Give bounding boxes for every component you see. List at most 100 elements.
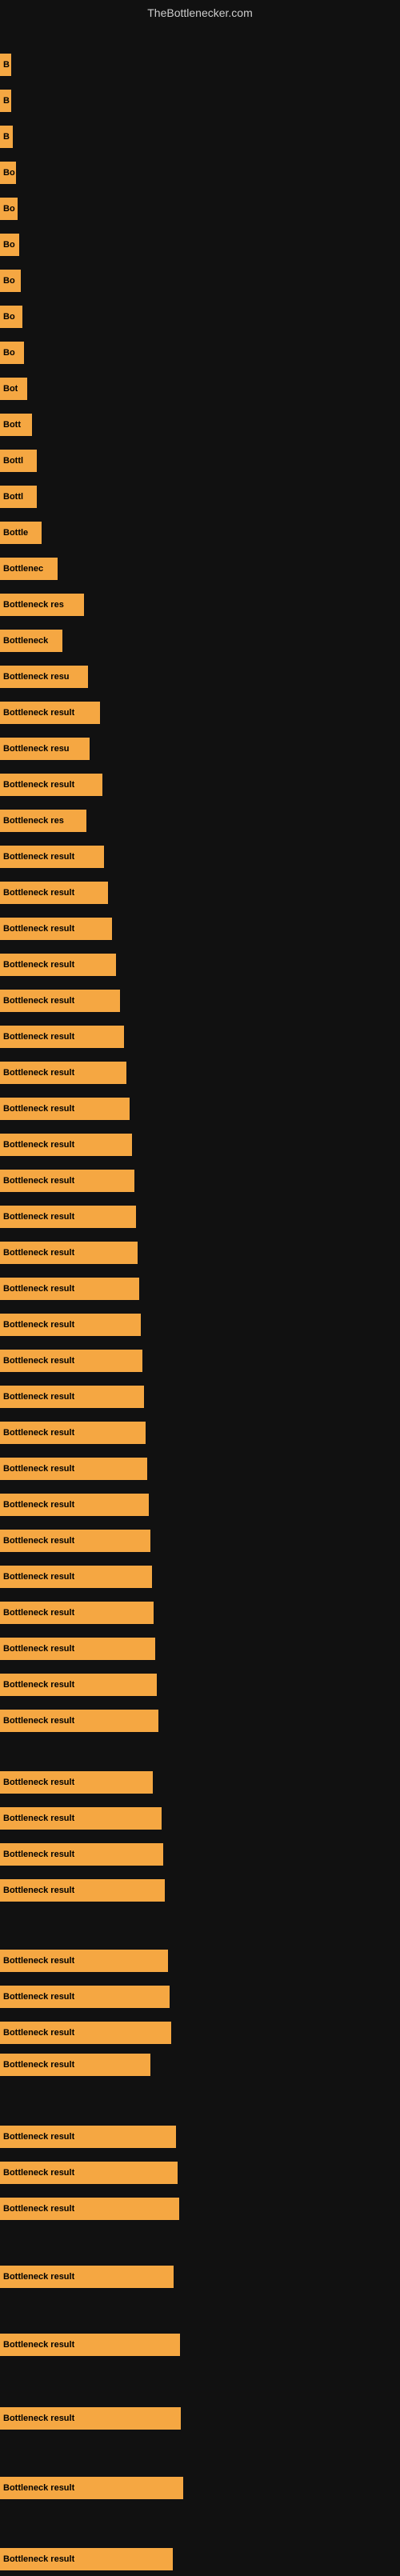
bar-row: Bottleneck result (0, 2192, 400, 2226)
bar-56: Bottleneck result (0, 2126, 176, 2148)
bar-31: Bottleneck result (0, 1170, 134, 1192)
bar-label-44: Bottleneck result (3, 1644, 74, 1654)
bar-label-14: Bottlenec (3, 564, 43, 574)
bar-20: Bottleneck result (0, 774, 102, 796)
bar-53: Bottleneck result (0, 1986, 170, 2008)
bar-row: Bottleneck result (0, 1524, 400, 1558)
bar-36: Bottleneck result (0, 1350, 142, 1372)
bar-label-3: Bo (3, 168, 15, 178)
bar-row: Bottleneck result (0, 2016, 400, 2050)
bar-row: Bottl (0, 444, 400, 478)
bar-row: Bottleneck result (0, 2156, 400, 2190)
bar-label-45: Bottleneck result (3, 1680, 74, 1690)
bar-row: Bottleneck result (0, 1452, 400, 1486)
bar-row: Bottleneck result (0, 768, 400, 802)
bar-32: Bottleneck result (0, 1206, 136, 1228)
bar-label-39: Bottleneck result (3, 1464, 74, 1474)
bar-60: Bottleneck result (0, 2407, 181, 2430)
bar-row: Bottleneck result (0, 1980, 400, 2014)
bar-12: Bottl (0, 486, 37, 508)
bar-label-4: Bo (3, 204, 15, 214)
bar-row: Bottleneck result (0, 1344, 400, 1378)
bar-label-26: Bottleneck result (3, 996, 74, 1006)
bar-row: Bottleneck result (0, 2048, 400, 2082)
bar-row: Bottleneck result (0, 984, 400, 1018)
bar-row: Bottlenec (0, 552, 400, 586)
bar-label-35: Bottleneck result (3, 1320, 74, 1330)
bar-label-38: Bottleneck result (3, 1428, 74, 1438)
bar-14: Bottlenec (0, 558, 58, 580)
bar-label-37: Bottleneck result (3, 1392, 74, 1402)
bar-label-6: Bo (3, 276, 15, 286)
bar-row: Bottleneck result (0, 840, 400, 874)
bar-54: Bottleneck result (0, 2022, 171, 2044)
bar-row: Bottleneck result (0, 1704, 400, 1738)
bar-25: Bottleneck result (0, 954, 116, 976)
bar-label-27: Bottleneck result (3, 1032, 74, 1042)
bar-label-40: Bottleneck result (3, 1500, 74, 1510)
bar-label-12: Bottl (3, 492, 23, 502)
bar-row: Bottle (0, 516, 400, 550)
bar-label-42: Bottleneck result (3, 1572, 74, 1582)
bar-row: Bottl (0, 480, 400, 514)
bar-29: Bottleneck result (0, 1098, 130, 1120)
bar-label-52: Bottleneck result (3, 1956, 74, 1966)
bar-label-49: Bottleneck result (3, 1850, 74, 1859)
bar-34: Bottleneck result (0, 1278, 139, 1300)
bar-label-2: B (3, 132, 10, 142)
bar-52: Bottleneck result (0, 1950, 168, 1972)
bar-row: Bottleneck result (0, 1164, 400, 1198)
bar-row: Bottleneck result (0, 948, 400, 982)
bar-18: Bottleneck result (0, 702, 100, 724)
bar-row: B (0, 120, 400, 154)
bar-27: Bottleneck result (0, 1026, 124, 1048)
bar-row: Bottleneck resu (0, 660, 400, 694)
bar-16: Bottleneck (0, 630, 62, 652)
bar-45: Bottleneck result (0, 1674, 157, 1696)
bar-6: Bo (0, 270, 21, 292)
bar-label-58: Bottleneck result (3, 2204, 74, 2214)
bar-row: Bottleneck result (0, 1560, 400, 1594)
bar-label-16: Bottleneck (3, 636, 48, 646)
bar-row: Bottleneck result (0, 2402, 400, 2435)
bar-label-50: Bottleneck result (3, 1886, 74, 1895)
site-title: TheBottlenecker.com (147, 6, 253, 19)
bar-58: Bottleneck result (0, 2198, 179, 2220)
bar-37: Bottleneck result (0, 1386, 144, 1408)
bar-label-48: Bottleneck result (3, 1814, 74, 1823)
bar-label-5: Bo (3, 240, 15, 250)
bar-label-21: Bottleneck res (3, 816, 64, 826)
bar-51: Bottleneck result (0, 2054, 150, 2076)
bar-label-33: Bottleneck result (3, 1248, 74, 1258)
bar-61: Bottleneck result (0, 2477, 183, 2499)
bar-19: Bottleneck resu (0, 738, 90, 760)
bar-row: Bottleneck result (0, 1380, 400, 1414)
bar-47: Bottleneck result (0, 1771, 153, 1794)
bar-22: Bottleneck result (0, 846, 104, 868)
bar-label-59: Bottleneck result (3, 2340, 74, 2350)
bar-row: Bo (0, 264, 400, 298)
bar-label-1: B (3, 96, 10, 106)
bar-row: Bott (0, 408, 400, 442)
bar-8: Bo (0, 342, 24, 364)
bar-label-57: Bottleneck result (3, 2168, 74, 2178)
bar-label-56: Bottleneck result (3, 2132, 74, 2142)
bar-row: Bo (0, 192, 400, 226)
bar-40: Bottleneck result (0, 1494, 149, 1516)
bar-label-47: Bottleneck result (3, 1778, 74, 1787)
bar-label-19: Bottleneck resu (3, 744, 70, 754)
bar-label-25: Bottleneck result (3, 960, 74, 970)
bar-label-20: Bottleneck result (3, 780, 74, 790)
bar-48: Bottleneck result (0, 1807, 162, 1830)
bar-row: Bottleneck result (0, 1874, 400, 1907)
bar-43: Bottleneck result (0, 1602, 154, 1624)
bar-0: B (0, 54, 11, 76)
bar-2: B (0, 126, 13, 148)
bar-label-7: Bo (3, 312, 15, 322)
bar-label-31: Bottleneck result (3, 1176, 74, 1186)
bar-7: Bo (0, 306, 22, 328)
bar-row: Bottleneck result (0, 1200, 400, 1234)
bar-row: Bo (0, 336, 400, 370)
bar-row: Bottleneck result (0, 1802, 400, 1835)
bar-row: Bottleneck result (0, 2120, 400, 2154)
